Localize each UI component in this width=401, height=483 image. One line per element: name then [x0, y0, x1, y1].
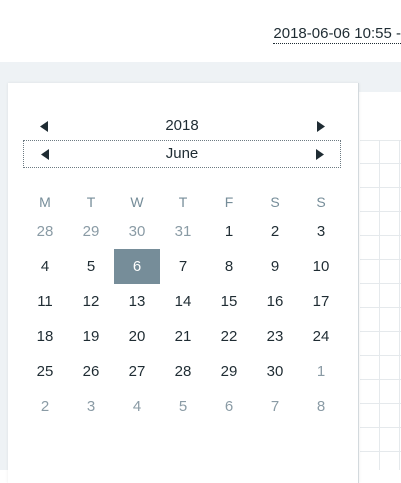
day-cell[interactable]: 13: [114, 284, 160, 319]
day-cell[interactable]: 23: [252, 319, 298, 354]
next-year-icon[interactable]: [307, 113, 333, 139]
time-range-link[interactable]: 2018-06-06 10:55 -: [273, 25, 401, 44]
day-cell[interactable]: 24: [298, 319, 344, 354]
day-cell[interactable]: 3: [298, 214, 344, 249]
day-cell[interactable]: 7: [160, 249, 206, 284]
day-cell[interactable]: 19: [68, 319, 114, 354]
week-row: 2345678: [22, 389, 344, 424]
background-subbar: [360, 92, 401, 141]
calendar-popup: 2018 June MTWTFSS 28 29 30 31 1 2 3 4 5 6 7 8 9 10 11 1…: [8, 83, 359, 483]
background-grid: [360, 140, 401, 470]
day-cell[interactable]: 3: [68, 389, 114, 424]
day-cell[interactable]: 12: [68, 284, 114, 319]
prev-year-icon[interactable]: [31, 113, 57, 139]
weekday-header-row: MTWTFSS: [22, 191, 344, 214]
day-cell[interactable]: 28: [22, 214, 68, 249]
day-cell[interactable]: 10: [298, 249, 344, 284]
day-cell[interactable]: 11: [22, 284, 68, 319]
day-cell[interactable]: 9: [252, 249, 298, 284]
day-cell[interactable]: 5: [160, 389, 206, 424]
day-cell[interactable]: 28: [160, 354, 206, 389]
weekday-label: F: [224, 194, 234, 210]
day-cell[interactable]: 4: [114, 389, 160, 424]
weekday-label: M: [39, 194, 51, 210]
day-cell[interactable]: 22: [206, 319, 252, 354]
prev-month-icon[interactable]: [32, 141, 58, 167]
day-cell-selected[interactable]: 6: [114, 249, 160, 284]
day-cell[interactable]: 29: [68, 214, 114, 249]
background-strip: [0, 92, 8, 470]
week-row: 11 12 13 14 15 16 17: [22, 284, 344, 319]
day-cell[interactable]: 26: [68, 354, 114, 389]
day-cell[interactable]: 14: [160, 284, 206, 319]
year-navigator: 2018: [23, 113, 341, 141]
day-cell[interactable]: 27: [114, 354, 160, 389]
week-row: 18 19 20 21 22 23 24: [22, 319, 344, 354]
day-cell[interactable]: 4: [22, 249, 68, 284]
week-row: 4 5 6 7 8 9 10: [22, 249, 344, 284]
weekday-label: S: [316, 194, 326, 210]
month-label: June: [165, 145, 199, 162]
day-cell[interactable]: 25: [22, 354, 68, 389]
day-cell[interactable]: 17: [298, 284, 344, 319]
day-cell[interactable]: 18: [22, 319, 68, 354]
day-cell[interactable]: 31: [160, 214, 206, 249]
day-cell[interactable]: 8: [206, 249, 252, 284]
day-cell[interactable]: 30: [252, 354, 298, 389]
weekday-label: W: [130, 194, 144, 210]
day-cell[interactable]: 2: [22, 389, 68, 424]
day-cell[interactable]: 8: [298, 389, 344, 424]
weekday-label: T: [178, 194, 188, 210]
week-row: 28 29 30 31 1 2 3: [22, 214, 344, 249]
year-label: 2018: [165, 117, 199, 134]
day-cell[interactable]: 21: [160, 319, 206, 354]
day-cell[interactable]: 1: [206, 214, 252, 249]
calendar-grid: MTWTFSS 28 29 30 31 1 2 3 4 5 6 7 8 9 10 11 12 13 14 15 16 1…: [22, 191, 344, 424]
day-cell[interactable]: 30: [114, 214, 160, 249]
weekday-label: T: [86, 194, 96, 210]
header-bar: 2018-06-06 10:55 -: [0, 0, 401, 62]
day-cell[interactable]: 1: [298, 354, 344, 389]
month-navigator: June: [23, 140, 341, 168]
week-row: 25 26 27 28 29 30 1: [22, 354, 344, 389]
day-cell[interactable]: 15: [206, 284, 252, 319]
day-cell[interactable]: 20: [114, 319, 160, 354]
weekday-label: S: [270, 194, 280, 210]
day-cell[interactable]: 16: [252, 284, 298, 319]
day-cell[interactable]: 29: [206, 354, 252, 389]
day-cell[interactable]: 5: [68, 249, 114, 284]
day-cell[interactable]: 6: [206, 389, 252, 424]
day-cell[interactable]: 2: [252, 214, 298, 249]
day-cell[interactable]: 7: [252, 389, 298, 424]
next-month-icon[interactable]: [306, 141, 332, 167]
